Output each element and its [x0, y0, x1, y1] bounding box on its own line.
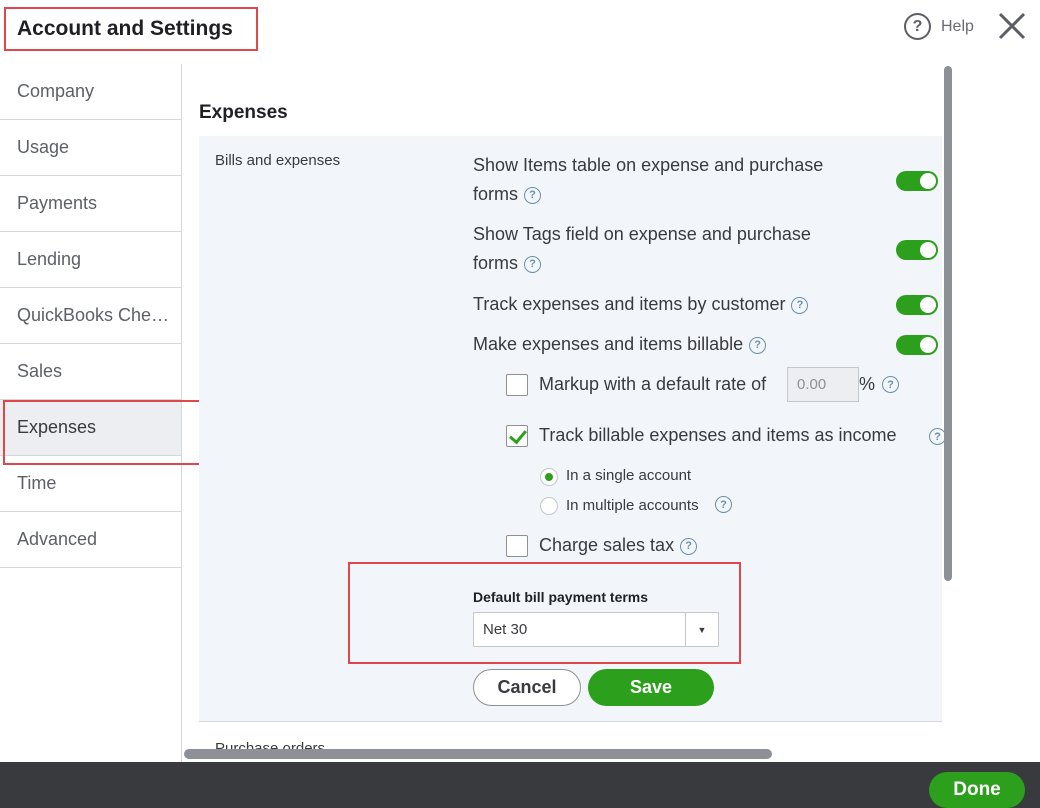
page-title: Account and Settings	[4, 7, 258, 51]
help-link[interactable]: ? Help	[904, 13, 974, 40]
settings-sidebar: Company Usage Payments Lending QuickBook…	[0, 64, 182, 762]
sidebar-item-quickbooks-checking[interactable]: QuickBooks Che…	[0, 288, 181, 344]
bill-terms-value: Net 30	[483, 621, 528, 638]
markup-rate-input[interactable]	[787, 367, 859, 402]
help-icon[interactable]: ?	[524, 186, 541, 204]
option-label: Track expenses and items by customer	[473, 294, 786, 314]
vertical-scrollbar[interactable]	[944, 66, 952, 581]
option-track-by-customer: Track expenses and items by customer?	[473, 290, 809, 319]
option-tags-field: Show Tags field on expense and purchase …	[473, 220, 811, 278]
option-billable: Make expenses and items billable?	[473, 330, 767, 359]
sidebar-item-lending[interactable]: Lending	[0, 232, 181, 288]
sidebar-item-payments[interactable]: Payments	[0, 176, 181, 232]
help-label: Help	[941, 17, 974, 35]
sidebar-item-advanced[interactable]: Advanced	[0, 512, 181, 568]
track-income-label: Track billable expenses and items as inc…	[539, 425, 897, 445]
toggle-billable[interactable]	[896, 335, 938, 355]
bill-terms-label: Default bill payment terms	[473, 589, 649, 605]
toggle-tags-field[interactable]	[896, 240, 938, 260]
markup-label: Markup with a default rate of	[539, 374, 767, 394]
sidebar-item-usage[interactable]: Usage	[0, 120, 181, 176]
charge-tax-checkbox[interactable]	[506, 535, 528, 557]
option-label: Show Items table on expense and purchase	[473, 155, 824, 175]
help-icon[interactable]: ?	[680, 537, 698, 555]
horizontal-scrollbar[interactable]	[184, 749, 772, 759]
option-label-cont: forms	[473, 184, 518, 204]
close-icon[interactable]	[996, 10, 1028, 42]
charge-tax-label: Charge sales tax?	[539, 531, 698, 560]
toggle-items-table[interactable]	[896, 171, 938, 191]
sidebar-item-sales[interactable]: Sales	[0, 344, 181, 400]
option-label: Make expenses and items billable	[473, 334, 744, 354]
sidebar-item-company[interactable]: Company	[0, 64, 181, 120]
help-icon[interactable]: ?	[749, 336, 767, 354]
help-icon[interactable]: ?	[791, 296, 809, 314]
option-label: Show Tags field on expense and purchase	[473, 224, 811, 244]
toggle-track-by-customer[interactable]	[896, 295, 938, 315]
option-items-table: Show Items table on expense and purchase…	[473, 151, 823, 209]
markup-unit: %	[859, 374, 876, 394]
cancel-button[interactable]: Cancel	[473, 669, 581, 706]
help-icon[interactable]: ?	[524, 255, 541, 273]
save-button[interactable]: Save	[588, 669, 714, 706]
help-icon[interactable]: ?	[882, 376, 899, 393]
bill-terms-dropdown[interactable]: Net 30 ▼	[473, 612, 719, 647]
section-title: Expenses	[199, 102, 288, 123]
panel-label: Bills and expenses	[215, 152, 341, 169]
radio-label: In multiple accounts	[566, 497, 699, 514]
radio-single-account[interactable]	[540, 468, 558, 486]
markup-checkbox[interactable]	[506, 374, 528, 396]
done-button[interactable]: Done	[929, 772, 1025, 808]
radio-label: In a single account	[566, 467, 692, 484]
help-icon[interactable]: ?	[715, 496, 732, 513]
option-label-cont: forms	[473, 253, 518, 273]
track-income-checkbox[interactable]	[506, 425, 528, 447]
radio-multiple-accounts[interactable]	[540, 497, 558, 515]
footer-bar	[0, 762, 1040, 808]
chevron-down-icon: ▼	[685, 613, 718, 646]
sidebar-item-expenses[interactable]: Expenses	[0, 400, 181, 456]
question-circle-icon: ?	[904, 13, 931, 40]
sidebar-item-time[interactable]: Time	[0, 456, 181, 512]
